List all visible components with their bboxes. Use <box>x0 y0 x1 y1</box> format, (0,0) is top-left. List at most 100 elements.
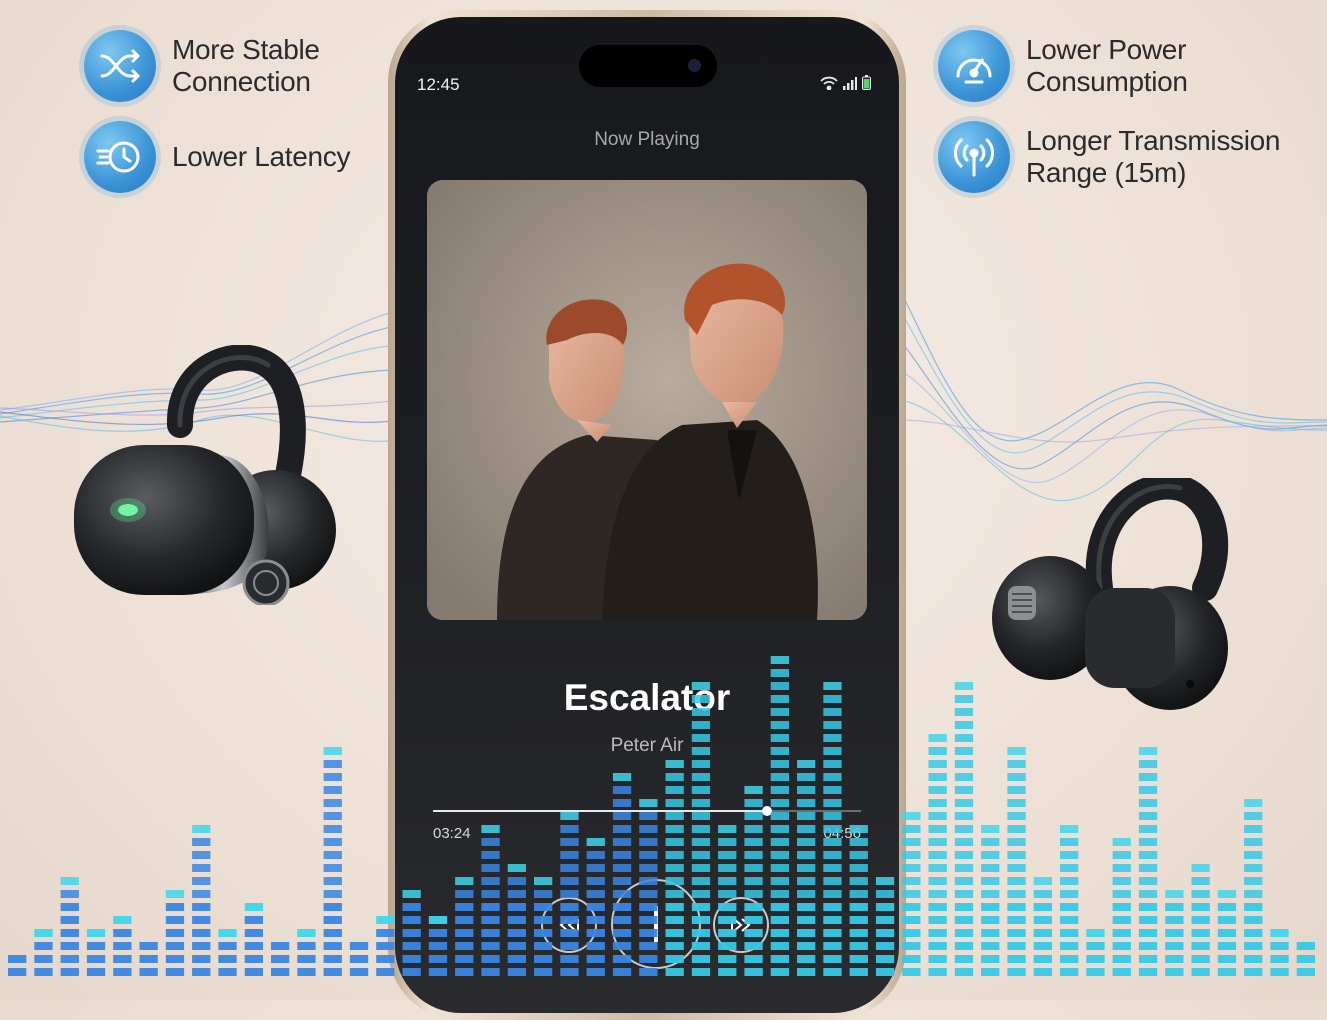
eq-cell <box>1191 968 1210 976</box>
eq-cell <box>954 799 974 807</box>
eq-cell <box>1112 851 1131 859</box>
eq-cell <box>1244 890 1263 898</box>
eq-cell <box>1244 942 1263 950</box>
eq-cell <box>192 903 211 911</box>
eq-cell <box>1060 903 1079 911</box>
eq-cell <box>1138 851 1158 859</box>
eq-cell <box>981 942 1000 950</box>
fast-forward-icon <box>731 918 751 932</box>
eq-cell <box>954 682 974 690</box>
eq-cell <box>297 942 316 950</box>
eq-cell <box>244 903 263 911</box>
eq-cell <box>1033 955 1052 963</box>
eq-cell <box>1138 812 1158 820</box>
eq-cell <box>34 942 53 950</box>
eq-cell <box>1217 929 1237 937</box>
eq-cell <box>1007 773 1026 781</box>
eq-cell <box>1007 799 1026 807</box>
eq-cell <box>954 812 974 820</box>
eq-cell <box>323 929 342 937</box>
eq-cell <box>218 929 237 937</box>
eq-cell <box>1033 890 1052 898</box>
eq-cell <box>1165 903 1184 911</box>
eq-cell <box>1138 773 1158 781</box>
eq-cell <box>954 890 974 898</box>
eq-cell <box>1060 825 1079 833</box>
eq-cell <box>1007 903 1026 911</box>
eq-cell <box>954 786 974 794</box>
eq-cell <box>1138 786 1158 794</box>
eq-cell <box>954 825 974 833</box>
eq-cell <box>1060 890 1079 898</box>
eq-cell <box>928 825 947 833</box>
progress-bar[interactable] <box>433 806 861 816</box>
eq-cell <box>1086 929 1105 937</box>
feature-label: Lower Latency <box>172 141 351 172</box>
progress-knob[interactable] <box>761 806 772 816</box>
eq-cell <box>8 968 27 976</box>
eq-cell <box>928 747 947 755</box>
earbud-right-image <box>992 478 1229 710</box>
eq-cell <box>954 916 974 924</box>
eq-cell <box>1033 916 1052 924</box>
eq-cell <box>1033 877 1052 885</box>
next-button[interactable] <box>713 897 769 953</box>
eq-cell <box>1217 890 1237 898</box>
eq-cell <box>323 747 342 755</box>
eq-cell <box>981 968 1000 976</box>
eq-cell <box>218 955 237 963</box>
eq-cell <box>192 838 211 846</box>
eq-cell <box>192 877 211 885</box>
eq-cell <box>297 955 316 963</box>
feature-stable-connection: More Stable Connection <box>84 30 320 102</box>
eq-cell <box>192 942 211 950</box>
eq-cell <box>1138 968 1158 976</box>
eq-cell <box>1112 864 1131 872</box>
eq-cell <box>981 929 1000 937</box>
eq-cell <box>349 942 369 950</box>
eq-cell <box>1191 877 1210 885</box>
eq-cell <box>928 812 947 820</box>
wifi-icon <box>820 76 838 90</box>
eq-cell <box>1138 890 1158 898</box>
eq-cell <box>1165 929 1184 937</box>
eq-cell <box>1191 903 1210 911</box>
eq-cell <box>349 955 369 963</box>
eq-cell <box>1138 916 1158 924</box>
feature-lower-power: Lower Power Consumption <box>938 30 1188 102</box>
phone-frame: 12:45 Now Playing Escalator Peter Air 03… <box>388 10 906 1020</box>
eq-cell <box>323 812 342 820</box>
eq-cell <box>954 864 974 872</box>
eq-cell <box>981 955 1000 963</box>
eq-cell <box>954 877 974 885</box>
previous-button[interactable] <box>541 897 597 953</box>
eq-cell <box>1270 955 1289 963</box>
eq-cell <box>1244 838 1263 846</box>
eq-cell <box>244 942 263 950</box>
eq-cell <box>323 825 342 833</box>
eq-cell <box>1060 942 1079 950</box>
album-cover[interactable] <box>427 180 867 620</box>
eq-cell <box>1033 929 1052 937</box>
eq-cell <box>1270 929 1289 937</box>
eq-cell <box>165 942 185 950</box>
eq-cell <box>271 942 290 950</box>
eq-cell <box>165 890 185 898</box>
pause-button[interactable] <box>611 879 701 969</box>
eq-cell <box>192 929 211 937</box>
eq-cell <box>1033 942 1052 950</box>
eq-cell <box>1138 825 1158 833</box>
eq-cell <box>60 955 79 963</box>
eq-cell <box>1007 968 1026 976</box>
eq-cell <box>1244 955 1263 963</box>
eq-cell <box>928 929 947 937</box>
eq-cell <box>1191 929 1210 937</box>
eq-cell <box>1007 786 1026 794</box>
eq-cell <box>1007 747 1026 755</box>
eq-cell <box>1165 942 1184 950</box>
eq-cell <box>902 968 921 976</box>
eq-cell <box>60 903 79 911</box>
eq-cell <box>1165 890 1184 898</box>
eq-cell <box>323 786 342 794</box>
eq-cell <box>1217 903 1237 911</box>
